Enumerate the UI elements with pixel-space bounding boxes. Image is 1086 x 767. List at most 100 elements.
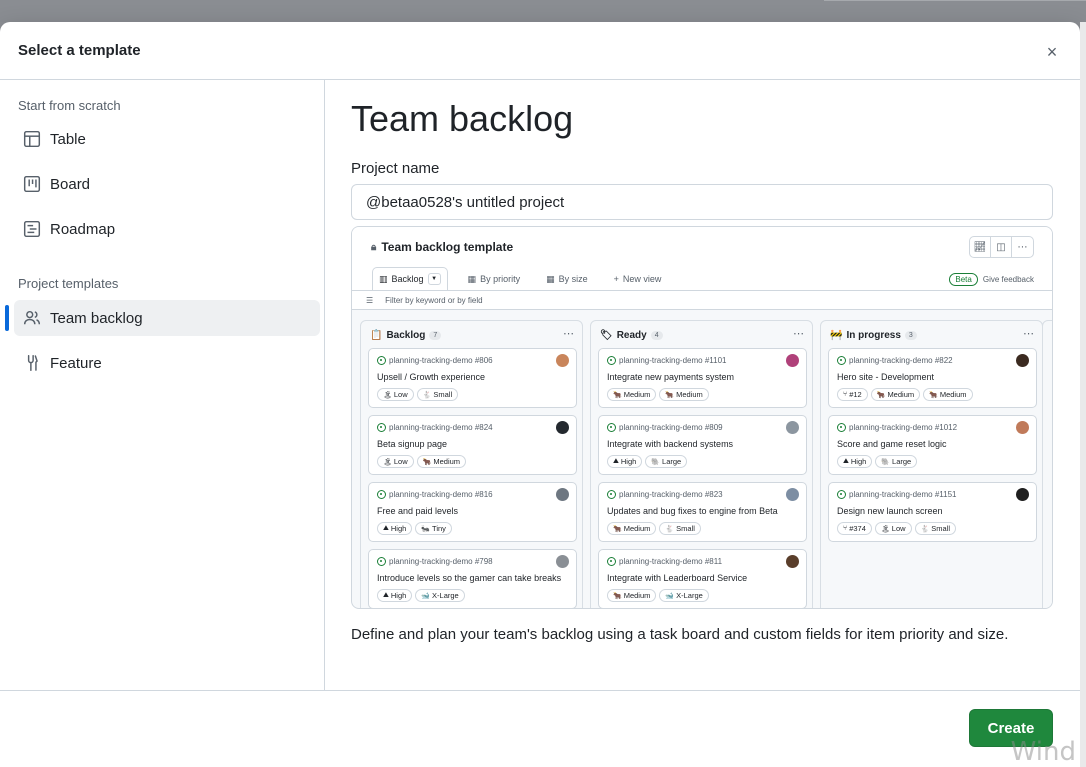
card-ref-text: planning-tracking-demo #816 xyxy=(389,490,493,499)
card-tag: ⛰ High xyxy=(377,522,413,535)
tag-label: Small xyxy=(433,390,453,399)
more-icon: ⋯ xyxy=(793,328,804,340)
people-icon xyxy=(22,308,42,328)
tag-label: Large xyxy=(892,457,912,466)
card-tag: 🐋 X-Large xyxy=(659,589,709,602)
avatar xyxy=(786,354,799,367)
issue-open-icon xyxy=(607,557,616,566)
card-tag: 🐇 Small xyxy=(914,522,957,535)
backdrop-divider xyxy=(824,0,1086,1)
chevron-down-icon: ▼ xyxy=(427,273,441,285)
card-title: Design new launch screen xyxy=(837,506,943,516)
tools-icon xyxy=(22,353,42,373)
card-title: Integrate new payments system xyxy=(607,372,735,382)
preview-column: 🏷 Ready 4 ⋯ planning-tracking-demo #1101 Inte… xyxy=(590,320,813,608)
preview-column: 📋 Backlog 7 ⋯ planning-tracking-demo #806 Ups… xyxy=(360,320,583,608)
sidebar-item-board[interactable]: Board xyxy=(14,166,320,202)
scrollbar[interactable] xyxy=(1080,22,1086,767)
card-tag: 🐂 Medium xyxy=(870,388,921,401)
tag-label: Low xyxy=(393,457,408,466)
card-tags: 🏝 Low 🐂 Medium xyxy=(377,455,467,468)
table-icon xyxy=(22,129,42,149)
sidebar-item-roadmap[interactable]: Roadmap xyxy=(14,211,320,247)
tag-icon: 🐇 xyxy=(665,525,675,533)
tag-icon: ⛰ xyxy=(383,591,389,599)
more-icon: ⋯ xyxy=(563,328,574,340)
card-tags: ⛰ High 🐘 Large xyxy=(607,455,688,468)
table-icon: ▦ xyxy=(546,273,555,284)
tag-icon: 🐂 xyxy=(613,525,622,533)
card-tags: 🐂 Medium 🐂 Medium xyxy=(607,388,709,401)
tag-label: Small xyxy=(931,524,951,533)
tag-icon: 🐇 xyxy=(920,525,930,533)
card-ref: planning-tracking-demo #806 xyxy=(377,356,493,365)
card-title: Upsell / Growth experience xyxy=(377,372,486,382)
tag-label: Small xyxy=(676,524,695,533)
preview-beta: Beta Give feedback xyxy=(949,273,1034,286)
card-ref: planning-tracking-demo #1151 xyxy=(837,490,956,499)
card-ref-text: planning-tracking-demo #822 xyxy=(849,356,953,365)
card-ref: planning-tracking-demo #809 xyxy=(607,423,723,432)
filter-icon: ☰ xyxy=(366,296,374,305)
avatar xyxy=(786,555,799,568)
preview-card: planning-tracking-demo #809 Integrate wit… xyxy=(598,415,807,475)
tag-label: Low xyxy=(891,524,906,533)
tag-label: #374 xyxy=(849,524,866,533)
preview-card: planning-tracking-demo #1101 Integrate ne… xyxy=(598,348,807,408)
column-emoji-icon: 📋 xyxy=(370,330,383,341)
preview-tab-backlog: ▥ Backlog ▼ xyxy=(372,267,448,291)
avatar xyxy=(556,555,569,568)
preview-filter: ☰ Filter by keyword or by field xyxy=(366,296,483,305)
card-tags: 🐂 Medium 🐇 Small xyxy=(607,522,701,535)
tag-label: High xyxy=(850,457,867,466)
card-ref: planning-tracking-demo #1101 xyxy=(607,356,726,365)
tag-icon: 🐘 xyxy=(881,458,891,466)
tag-icon: 🐂 xyxy=(422,458,432,466)
tag-icon: ⛰ xyxy=(613,457,619,465)
preview-toolbar: 📈︎ ◫ ⋯ xyxy=(969,236,1034,258)
card-title: Integrate with backend systems xyxy=(607,439,734,449)
card-ref-text: planning-tracking-demo #824 xyxy=(389,423,493,432)
template-dialog: Select a template × Start from scratch T… xyxy=(0,22,1080,767)
tag-label: Medium xyxy=(623,524,651,533)
preview-card: planning-tracking-demo #816 Free and paid… xyxy=(368,482,577,542)
project-name-input[interactable] xyxy=(351,184,1053,220)
tag-label: High xyxy=(390,591,407,600)
avatar xyxy=(786,421,799,434)
card-ref-text: planning-tracking-demo #798 xyxy=(389,557,493,566)
column-count: 7 xyxy=(429,331,442,340)
template-description: Define and plan your team's backlog usin… xyxy=(351,626,1009,643)
filter-placeholder: Filter by keyword or by field xyxy=(385,296,483,305)
tag-label: Tiny xyxy=(432,524,446,533)
sidebar-item-feature[interactable]: Feature xyxy=(14,345,320,381)
close-icon[interactable]: × xyxy=(1040,40,1064,64)
project-name-label: Project name xyxy=(351,160,440,177)
issue-open-icon xyxy=(837,423,846,432)
card-tag: 🐋 X-Large xyxy=(415,589,465,602)
card-ref: planning-tracking-demo #824 xyxy=(377,423,493,432)
card-tag: 🏝 Low xyxy=(874,522,912,535)
tag-icon: 🐂 xyxy=(876,391,886,399)
avatar xyxy=(786,488,799,501)
card-ref-text: planning-tracking-demo #823 xyxy=(619,490,723,499)
preview-tab-label: By priority xyxy=(480,274,521,284)
tag-icon: 🐇 xyxy=(422,391,432,399)
tag-icon: 🐂 xyxy=(929,391,938,399)
issue-open-icon xyxy=(377,423,386,432)
more-icon: ⋯ xyxy=(1023,328,1034,340)
card-tag: 🐂 Medium xyxy=(923,388,973,401)
column-emoji-icon: 🚧 xyxy=(830,330,843,341)
tag-icon: 🏝 xyxy=(383,391,392,399)
chart-icon: 📈︎ xyxy=(970,237,991,257)
card-tag: 🐇 Small xyxy=(416,388,459,401)
sidebar-item-team-backlog[interactable]: Team backlog xyxy=(14,300,320,336)
issue-open-icon xyxy=(607,356,616,365)
preview-card: planning-tracking-demo #806 Upsell / Grow… xyxy=(368,348,577,408)
issue-open-icon xyxy=(607,423,616,432)
sidebar-item-label: Feature xyxy=(50,354,102,372)
tag-icon: ⛰ xyxy=(843,457,849,465)
preview-title-text: Team backlog template xyxy=(381,240,514,254)
preview-title: 🔒︎ Team backlog template xyxy=(371,240,513,254)
sidebar-item-table[interactable]: Table xyxy=(14,121,320,157)
scratch-heading: Start from scratch xyxy=(18,98,121,113)
